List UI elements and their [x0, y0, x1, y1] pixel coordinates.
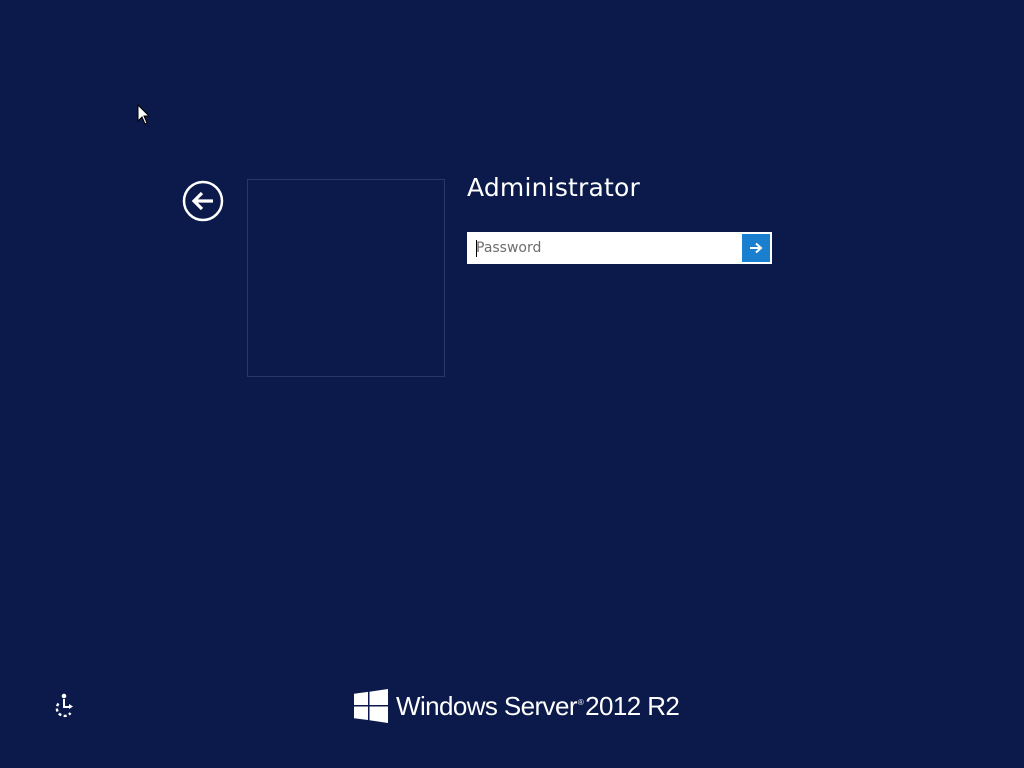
ease-of-access-icon — [55, 693, 73, 718]
submit-button[interactable] — [742, 234, 770, 262]
mouse-pointer-icon — [137, 104, 151, 125]
product-title: Windows Server — [396, 690, 577, 721]
product-name: Windows Server®2012 R2 — [396, 690, 680, 722]
user-picture-tile — [247, 179, 445, 377]
password-field-container — [467, 232, 772, 264]
text-caret — [476, 240, 477, 257]
trademark-symbol: ® — [577, 697, 584, 707]
product-version: 2012 R2 — [585, 690, 680, 721]
back-arrow-icon — [182, 180, 224, 222]
lock-screen: Administrator Windows Server®2012 R2 — [0, 0, 1024, 768]
windows-logo-icon — [354, 689, 388, 723]
username-label: Administrator — [467, 173, 641, 202]
password-input[interactable] — [468, 233, 742, 263]
back-button[interactable] — [182, 180, 224, 222]
ease-of-access-button[interactable] — [49, 691, 79, 721]
arrow-right-icon — [750, 242, 763, 254]
product-branding: Windows Server®2012 R2 — [354, 688, 680, 724]
